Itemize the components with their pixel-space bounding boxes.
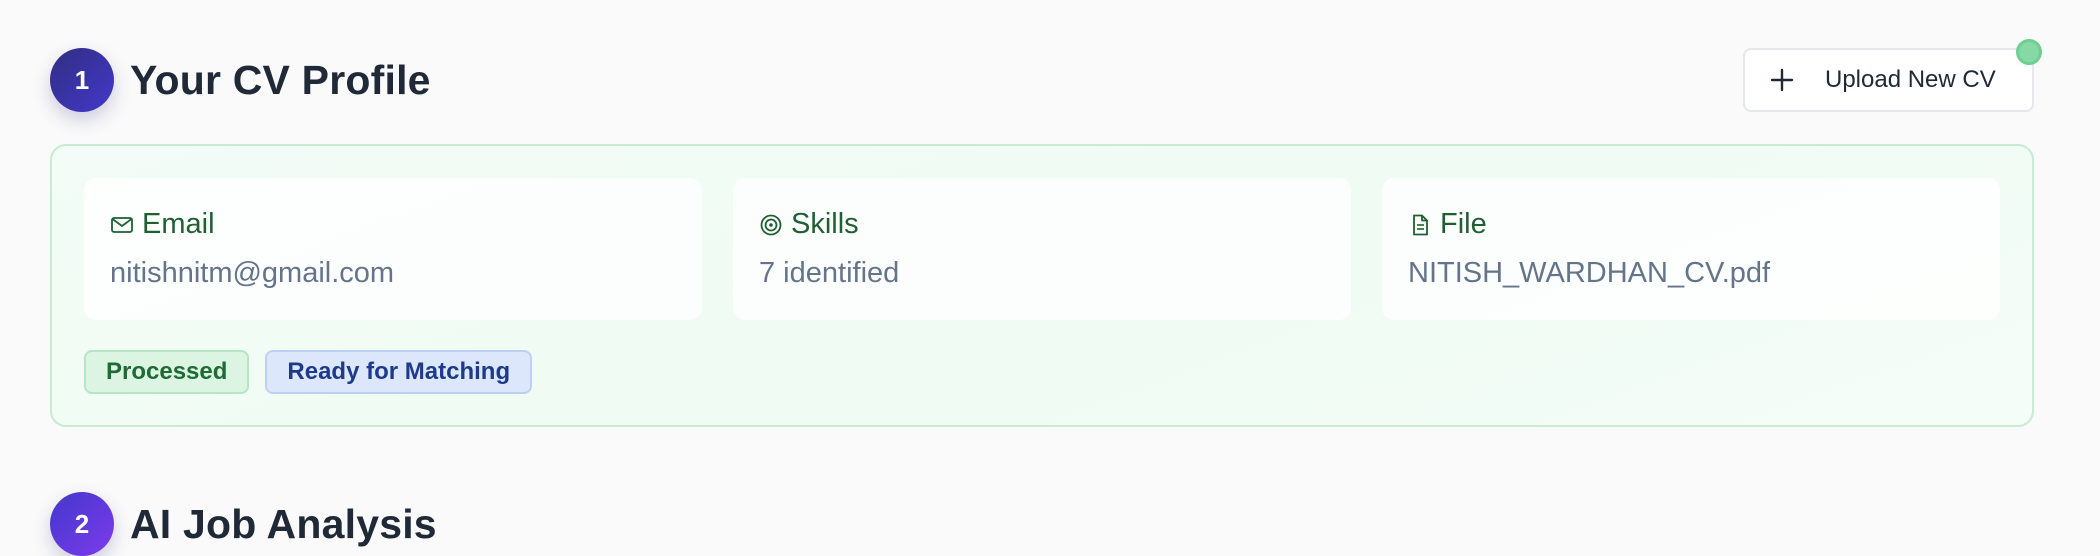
section-title: AI Job Analysis bbox=[130, 500, 437, 547]
file-name-value: NITISH_WARDHAN_CV.pdf bbox=[1408, 257, 1771, 289]
email-tile: Email nitishnitm@gmail.com bbox=[84, 178, 702, 320]
step-number: 1 bbox=[74, 64, 90, 95]
email-value: nitishnitm@gmail.com bbox=[110, 257, 395, 289]
skills-value: 7 identified bbox=[759, 257, 900, 289]
skills-tile: Skills 7 identified bbox=[733, 178, 1351, 320]
file-label: File bbox=[1440, 208, 1487, 240]
step-number: 2 bbox=[74, 508, 90, 539]
status-indicator-dot bbox=[2016, 39, 2042, 65]
email-label: Email bbox=[142, 208, 215, 240]
section-title: Your CV Profile bbox=[130, 56, 431, 103]
cv-dashboard: 1 Your CV Profile Upload New CV Email ni… bbox=[0, 0, 2100, 556]
step-number-badge: 2 bbox=[50, 492, 114, 556]
cv-profile-card: Email nitishnitm@gmail.com Skills 7 iden… bbox=[50, 144, 2034, 427]
plus-icon bbox=[1769, 67, 1795, 93]
status-badges: Processed Ready for Matching bbox=[84, 350, 533, 394]
file-tile: File NITISH_WARDHAN_CV.pdf bbox=[1382, 178, 2000, 320]
upload-button-label: Upload New CV bbox=[1825, 66, 1996, 93]
section-header-ai-job-analysis: 2 AI Job Analysis bbox=[50, 492, 437, 556]
document-icon bbox=[1408, 213, 1432, 237]
ready-for-matching-badge: Ready for Matching bbox=[265, 350, 533, 394]
step-number-badge: 1 bbox=[50, 48, 114, 112]
section-header-cv-profile: 1 Your CV Profile bbox=[50, 48, 431, 112]
mail-icon bbox=[110, 213, 134, 237]
processed-badge: Processed bbox=[84, 350, 250, 394]
target-icon bbox=[759, 213, 783, 237]
skills-label: Skills bbox=[791, 208, 859, 240]
upload-new-cv-button[interactable]: Upload New CV bbox=[1743, 48, 2034, 112]
